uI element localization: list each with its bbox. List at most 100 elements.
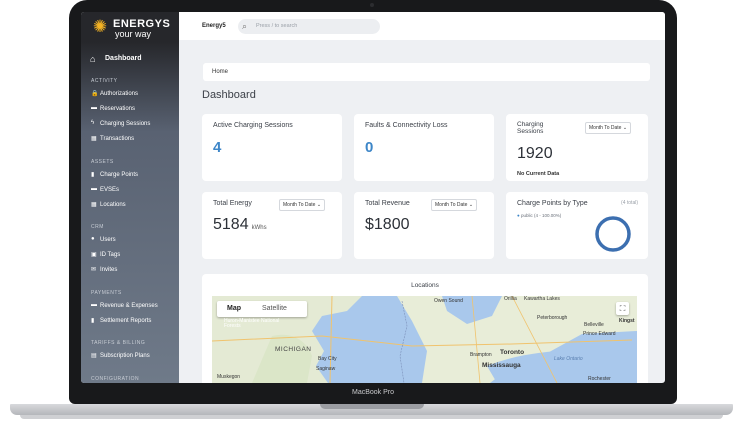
device-label: MacBook Pro: [351, 389, 395, 396]
sidebar-item-dashboard[interactable]: ⌂ Dashboard: [81, 52, 179, 68]
period-dropdown[interactable]: Month To Date ⌄: [279, 199, 326, 211]
sidebar-item-label: Dashboard: [105, 55, 142, 62]
sidebar-item-reservations[interactable]: ▬ Reservations: [91, 105, 177, 115]
search-placeholder: Press / to search: [256, 23, 298, 29]
map-label: Prince Edward: [583, 331, 616, 337]
sidebar-item-label: Users: [100, 237, 116, 243]
card-value: 5184 kWhs: [213, 216, 267, 233]
sidebar-item-label: Charging Sessions: [100, 121, 151, 127]
card-value: 4: [213, 139, 222, 156]
sidebar-item-revenue[interactable]: ▬ Revenue & Expenses: [91, 302, 177, 312]
laptop-notch: [320, 404, 424, 409]
map-label: Mississauga: [482, 362, 521, 369]
card-title: Locations: [411, 282, 439, 289]
map-label: Saginaw: [316, 366, 336, 372]
map-label: Brampton: [470, 352, 492, 358]
card-title: Faults & Connectivity Loss: [365, 122, 448, 129]
card-value: 1920: [517, 145, 553, 162]
section-crm: CRM: [91, 224, 104, 230]
card-faults[interactable]: Faults & Connectivity Loss 0: [354, 114, 494, 181]
users-icon: ●: [91, 236, 95, 242]
card-title: Charging Sessions: [517, 121, 544, 135]
card-title: Total Revenue: [365, 200, 410, 207]
period-dropdown[interactable]: Month To Date ⌄: [585, 122, 632, 134]
sidebar-item-evses[interactable]: ▬ EVSEs: [91, 186, 177, 196]
lock-icon: 🔒: [91, 91, 99, 97]
sidebar-item-label: Transactions: [100, 136, 135, 142]
sidebar-item-transactions[interactable]: ▦ Transactions: [91, 135, 177, 145]
breadcrumb: Home: [203, 63, 650, 81]
transactions-icon: ▦: [91, 136, 97, 142]
map-label: Rochester: [588, 376, 611, 382]
id-card-icon: ▣: [91, 252, 97, 258]
card-value: 0: [365, 139, 374, 156]
reservation-icon: ▬: [91, 105, 97, 111]
sidebar-item-label: EVSEs: [100, 187, 120, 193]
tab-satellite[interactable]: Satellite: [262, 305, 287, 312]
sidebar-item-label: Reservations: [100, 106, 136, 112]
map-label: Muskegon: [217, 374, 241, 380]
card-active-sessions[interactable]: Active Charging Sessions 4: [202, 114, 342, 181]
car-icon: ▬: [91, 186, 97, 192]
sidebar-item-label: Revenue & Expenses: [100, 303, 158, 309]
section-activity: ACTIVITY: [91, 78, 118, 84]
laptop-base: [10, 404, 733, 415]
laptop-bezel: ✺ ENERGYS your way ⌂ Dashboard ACTIVITY …: [69, 0, 677, 404]
sidebar-item-id-tags[interactable]: ▣ ID Tags: [91, 251, 177, 261]
card-charging-sessions: Charging Sessions Month To Date ⌄ 1920 N…: [506, 114, 648, 181]
sidebar-item-label: Charge Points: [100, 172, 139, 178]
charger-icon: ▮: [91, 172, 95, 178]
fullscreen-icon[interactable]: ⛶: [616, 302, 629, 315]
sidebar-item-subscription-plans[interactable]: ▤ Subscription Plans: [91, 352, 177, 362]
locations-map[interactable]: Map Satellite ⛶ Owen Sound Orillia Kawar…: [212, 296, 637, 383]
card-title: Total Energy: [213, 200, 252, 207]
legend-dot-icon: ●: [517, 213, 520, 218]
laptop-base-shadow: [20, 415, 723, 419]
sidebar-item-label: Settlement Reports: [100, 318, 152, 324]
sidebar-item-users[interactable]: ● Users: [91, 236, 177, 246]
map-label: Peterborough: [537, 315, 568, 321]
map-label: MICHIGAN: [275, 346, 312, 353]
breadcrumb-home[interactable]: Home: [212, 69, 228, 75]
tab-map[interactable]: Map: [227, 305, 241, 312]
period-dropdown[interactable]: Month To Date ⌄: [431, 199, 478, 211]
legend-item: ● public (4 - 100.00%): [517, 213, 562, 218]
sidebar-item-authorizations[interactable]: 🔒 Authorizations: [91, 90, 177, 100]
sidebar-item-charge-points[interactable]: ▮ Charge Points: [91, 171, 177, 181]
logo-text-tagline: your way: [115, 29, 152, 39]
sidebar-item-charging-sessions[interactable]: ϟ Charging Sessions: [91, 120, 177, 130]
search-input[interactable]: ⌕ Press / to search: [238, 19, 380, 34]
section-tariffs: TARIFFS & BILLING: [91, 340, 146, 346]
map-label: Toronto: [500, 349, 525, 356]
total-count: (4 total): [621, 200, 638, 206]
sidebar-item-invites[interactable]: ✉ Invites: [91, 266, 177, 276]
map-label: Owen Sound: [434, 298, 463, 304]
card-title: Active Charging Sessions: [213, 122, 293, 129]
map-label: Orillia: [504, 296, 517, 302]
sidebar-item-label: ID Tags: [100, 252, 121, 258]
bolt-icon: ϟ: [91, 120, 95, 126]
map-label: Belleville: [584, 322, 604, 328]
card-title: Charge Points by Type: [517, 200, 588, 207]
card-note: No Current Data: [517, 171, 560, 177]
donut-slice-public[interactable]: [595, 216, 631, 252]
envelope-icon: ✉: [91, 267, 97, 273]
donut-chart: [595, 216, 631, 252]
plans-icon: ▤: [91, 353, 97, 359]
section-assets: ASSETS: [91, 159, 114, 165]
section-payments: PAYMENTS: [91, 290, 122, 296]
sidebar: ✺ ENERGYS your way ⌂ Dashboard ACTIVITY …: [81, 12, 179, 383]
map-label: Lake Ontario: [554, 356, 583, 362]
section-configuration: CONFIGURATION: [91, 376, 140, 382]
card-unit: kWhs: [251, 225, 267, 231]
sidebar-item-label: Subscription Plans: [100, 353, 150, 359]
tenant-name[interactable]: Energy5: [202, 23, 226, 29]
screen: ✺ ENERGYS your way ⌂ Dashboard ACTIVITY …: [81, 12, 665, 383]
card-charge-points-by-type: Charge Points by Type (4 total) ● public…: [506, 192, 648, 259]
money-icon: ▬: [91, 302, 97, 308]
logo[interactable]: ✺ ENERGYS your way: [91, 16, 175, 40]
card-total-revenue: Total Revenue Month To Date ⌄ $1800: [354, 192, 494, 259]
sidebar-item-locations[interactable]: ▦ Locations: [91, 201, 177, 211]
sidebar-item-settlement-reports[interactable]: ▮ Settlement Reports: [91, 317, 177, 327]
home-icon: ⌂: [90, 54, 96, 64]
